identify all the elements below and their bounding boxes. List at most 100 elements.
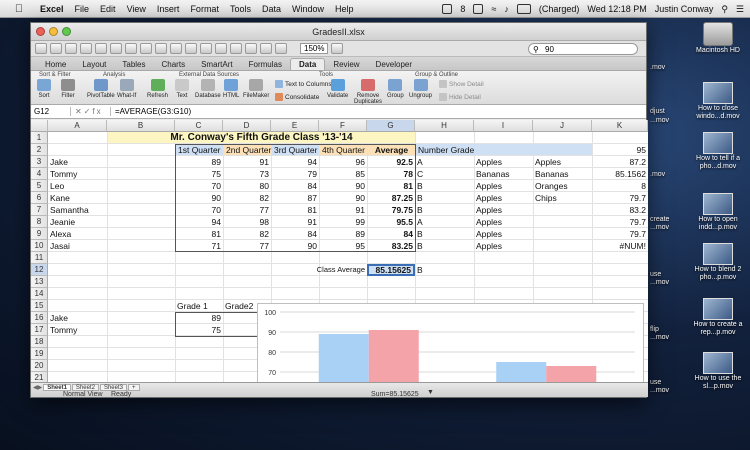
cut-icon[interactable] xyxy=(110,43,122,54)
student-name[interactable]: Tommy xyxy=(48,168,107,180)
zoom-select[interactable]: 150% xyxy=(300,43,329,54)
filter-icon[interactable] xyxy=(230,43,242,54)
row-header[interactable]: 10 xyxy=(31,240,48,252)
tab-formulas[interactable]: Formulas xyxy=(241,59,290,70)
sum-dropdown-icon[interactable]: ▼ xyxy=(427,389,434,396)
minimize-icon[interactable] xyxy=(49,27,58,36)
column-header-d[interactable]: D xyxy=(223,120,271,132)
mini-header[interactable]: Grade 1 xyxy=(175,300,223,312)
menu-insert[interactable]: Insert xyxy=(157,4,180,14)
new-icon[interactable] xyxy=(35,43,47,54)
cell-k[interactable]: 85.1562 xyxy=(592,168,648,180)
header-cell[interactable]: Number Grade xyxy=(416,144,592,155)
row-header[interactable]: 19 xyxy=(31,348,48,360)
row-header[interactable]: 1 xyxy=(31,132,48,144)
desktop-icon-video-4[interactable]: How to blend 2 pho...p.mov xyxy=(690,243,746,282)
cell-j[interactable]: Bananas xyxy=(533,168,592,180)
desktop-peek-label[interactable]: ...mov xyxy=(650,334,669,341)
select-all-corner[interactable] xyxy=(31,120,48,132)
desktop-peek-label[interactable]: ...mov xyxy=(650,117,669,124)
column-header-f[interactable]: F xyxy=(319,120,367,132)
row-header[interactable]: 13 xyxy=(31,276,48,288)
column-header-a[interactable]: A xyxy=(48,120,107,132)
desktop-icon-video-3[interactable]: How to open indd...p.mov xyxy=(690,193,746,232)
cell-k[interactable]: 79.7 xyxy=(592,216,648,228)
desktop-peek-label[interactable]: .mov xyxy=(650,64,665,71)
desktop-peek-label[interactable]: create xyxy=(650,216,669,223)
column-header-j[interactable]: J xyxy=(533,120,592,132)
row-header[interactable]: 20 xyxy=(31,360,48,372)
cell-k[interactable]: 83.2 xyxy=(592,204,648,216)
row-header[interactable]: 14 xyxy=(31,288,48,300)
remove-duplicates-button[interactable]: Remove Duplicates xyxy=(349,79,387,105)
row-header[interactable]: 3 xyxy=(31,156,48,168)
cell-i[interactable]: Apples xyxy=(474,204,533,216)
paste-icon[interactable] xyxy=(140,43,152,54)
cell-k[interactable]: #NUM! xyxy=(592,240,648,252)
copy-icon[interactable] xyxy=(125,43,137,54)
open-icon[interactable] xyxy=(65,43,77,54)
row-header[interactable]: 16 xyxy=(31,312,48,324)
column-header-b[interactable]: B xyxy=(107,120,175,132)
volume-icon[interactable]: ♪ xyxy=(504,4,509,14)
letter-grade-cell[interactable]: B xyxy=(415,204,474,216)
cell-i[interactable]: Apples xyxy=(474,180,533,192)
cell-k[interactable]: 87.2 xyxy=(592,156,648,168)
class-average-grade[interactable]: B xyxy=(415,264,474,276)
name-box[interactable]: G12 xyxy=(31,107,71,116)
row-header[interactable]: 4 xyxy=(31,168,48,180)
row-header[interactable]: 5 xyxy=(31,180,48,192)
menu-format[interactable]: Format xyxy=(190,4,219,14)
add-sheet-button[interactable]: + xyxy=(127,383,140,391)
menu-file[interactable]: File xyxy=(75,4,90,14)
database-button[interactable]: Database xyxy=(195,79,221,99)
template-icon[interactable] xyxy=(50,43,62,54)
menu-view[interactable]: View xyxy=(127,4,146,14)
redo-icon[interactable] xyxy=(185,43,197,54)
row-header[interactable]: 9 xyxy=(31,228,48,240)
row-header[interactable]: 15 xyxy=(31,300,48,312)
tab-tables[interactable]: Tables xyxy=(114,59,153,70)
row-header[interactable]: 17 xyxy=(31,324,48,336)
print-icon[interactable] xyxy=(95,43,107,54)
undo-icon[interactable] xyxy=(170,43,182,54)
sort-button[interactable]: Sort xyxy=(37,79,51,99)
column-header-h[interactable]: H xyxy=(415,120,474,132)
desktop-icon-macintosh-hd[interactable]: Macintosh HD xyxy=(690,22,746,55)
desktop-icon-video-6[interactable]: How to use the sl...p.mov xyxy=(690,352,746,391)
cell-j[interactable]: Apples xyxy=(533,156,592,168)
menu-tools[interactable]: Tools xyxy=(230,4,251,14)
column-header-c[interactable]: C xyxy=(175,120,223,132)
student-name[interactable]: Alexa xyxy=(48,228,107,240)
sort-icon[interactable] xyxy=(215,43,227,54)
letter-grade-cell[interactable]: A xyxy=(415,156,474,168)
letter-grade-cell[interactable]: B xyxy=(415,180,474,192)
mini-student-name[interactable]: Tommy xyxy=(48,324,107,336)
cell-j[interactable]: Chips xyxy=(533,192,592,204)
zoom-icon[interactable] xyxy=(62,27,71,36)
letter-grade-cell[interactable]: C xyxy=(415,168,474,180)
validate-button[interactable]: Validate xyxy=(327,79,348,99)
cell-i[interactable]: Apples xyxy=(474,192,533,204)
menu-edit[interactable]: Edit xyxy=(100,4,116,14)
class-average-value[interactable]: 85.15625 xyxy=(367,264,415,276)
letter-grade-cell[interactable]: B xyxy=(415,240,474,252)
row-header[interactable]: 7 xyxy=(31,204,48,216)
cell-k1[interactable]: 95 xyxy=(593,144,648,156)
desktop-peek-label[interactable]: .mov xyxy=(650,171,665,178)
row-header[interactable]: 11 xyxy=(31,252,48,264)
filemaker-button[interactable]: FileMaker xyxy=(243,79,269,99)
cell-k[interactable]: 8 xyxy=(592,180,648,192)
tab-home[interactable]: Home xyxy=(37,59,74,70)
consolidate-button[interactable]: Consolidate xyxy=(275,93,319,101)
letter-grade-cell[interactable]: B xyxy=(415,228,474,240)
column-header-i[interactable]: I xyxy=(474,120,533,132)
desktop-peek-label[interactable]: use xyxy=(650,271,661,278)
sum-readout[interactable]: Sum=85.15625 xyxy=(371,391,419,398)
gallery-icon[interactable] xyxy=(245,43,257,54)
search-input[interactable]: ⚲ 90 xyxy=(528,43,638,55)
column-header-k[interactable]: K xyxy=(592,120,648,132)
desktop-peek-label[interactable]: use xyxy=(650,379,661,386)
autosum-icon[interactable] xyxy=(200,43,212,54)
student-name[interactable]: Jeanie xyxy=(48,216,107,228)
